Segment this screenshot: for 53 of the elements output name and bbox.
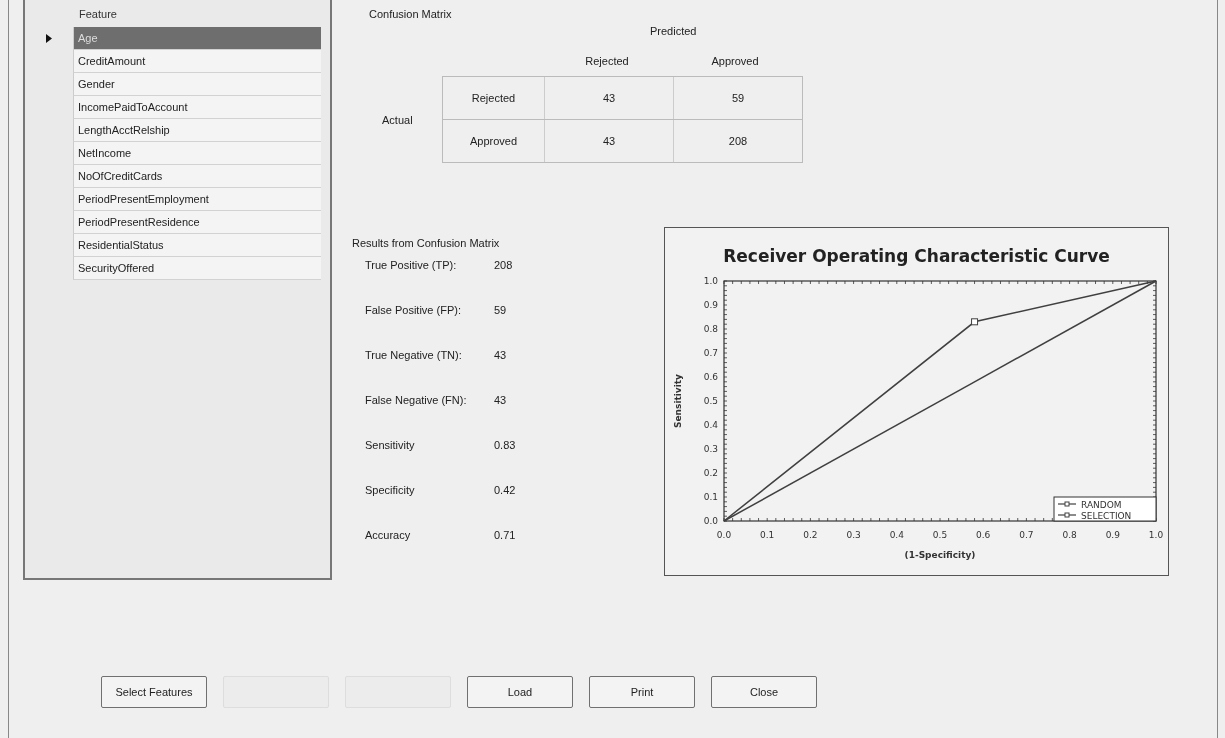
- section-title: Confusion Matrix: [369, 8, 453, 20]
- x-tick-label: 1.0: [1148, 530, 1164, 540]
- legend-label: RANDOM: [1081, 500, 1122, 510]
- result-label: False Positive (FP):: [365, 304, 462, 318]
- x-tick-label: 0.0: [716, 530, 732, 540]
- x-tick-label: 0.7: [1019, 530, 1034, 540]
- x-tick-label: 0.1: [760, 530, 775, 540]
- table-cell-text: 59: [730, 91, 746, 106]
- result-label: False Negative (FN):: [365, 394, 468, 408]
- x-tick-label: 0.9: [1105, 530, 1120, 540]
- y-axis-label: Sensitivity: [673, 374, 683, 428]
- result-value: 43: [494, 349, 507, 363]
- result-value: 0.83: [494, 439, 516, 453]
- result-label: True Negative (TN):: [365, 349, 463, 363]
- y-tick-label: 0.6: [703, 372, 718, 382]
- predicted-label: Predicted: [650, 25, 697, 37]
- column-header: Approved: [711, 55, 759, 67]
- x-tick-label: 0.2: [803, 530, 818, 540]
- table-cell: 43: [545, 77, 674, 119]
- result-value: 0.42: [494, 484, 516, 498]
- section-title: Results from Confusion Matrix: [352, 237, 501, 249]
- y-tick-label: 0.7: [703, 348, 718, 358]
- y-tick-label: 1.0: [703, 276, 718, 286]
- actual-label: Actual: [382, 114, 414, 126]
- table-cell: 43: [545, 120, 674, 162]
- legend-label: SELECTION: [1081, 511, 1132, 521]
- y-tick-label: 0.1: [703, 492, 718, 502]
- y-tick-label: 0.4: [703, 420, 718, 430]
- y-tick-label: 0.8: [703, 324, 718, 334]
- result-value: 43: [494, 394, 507, 408]
- y-tick-label: 0.2: [703, 468, 718, 478]
- result-label: Sensitivity: [365, 439, 416, 453]
- result-value: 0.71: [494, 529, 516, 543]
- y-tick-label: 0.5: [703, 396, 718, 406]
- result-value: 59: [494, 304, 507, 318]
- y-tick-label: 0.0: [703, 516, 718, 526]
- chart-title: Receiver Operating Characteristic Curve: [723, 246, 1110, 266]
- x-tick-label: 0.5: [932, 530, 948, 540]
- result-label: Accuracy: [365, 529, 412, 543]
- x-tick-label: 0.8: [1062, 530, 1077, 540]
- x-tick-label: 0.3: [846, 530, 861, 540]
- y-tick-label: 0.3: [703, 444, 718, 454]
- result-value: 208: [494, 259, 513, 273]
- table-cell-text: 208: [727, 134, 749, 149]
- result-label: True Positive (TP):: [365, 259, 458, 273]
- result-label: Specificity: [365, 484, 416, 498]
- x-axis-label: (1-Specificity): [904, 550, 976, 560]
- x-tick-label: 0.6: [976, 530, 991, 540]
- x-tick-label: 0.4: [889, 530, 904, 540]
- y-tick-label: 0.9: [703, 300, 718, 310]
- row-header-cell: Approved: [443, 120, 545, 162]
- column-header: Rejected: [585, 55, 629, 67]
- row-header-cell: Rejected: [443, 77, 545, 119]
